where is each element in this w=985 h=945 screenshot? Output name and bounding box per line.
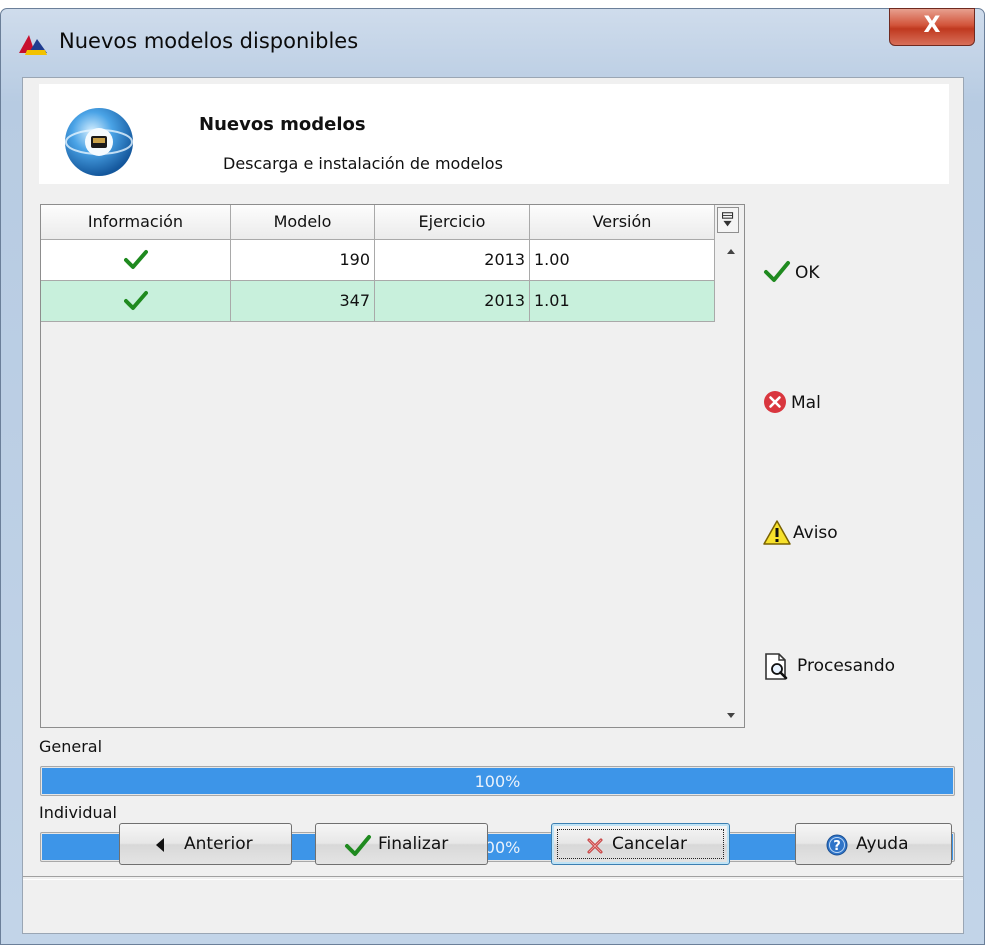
title-bar[interactable]: Nuevos modelos disponibles X bbox=[1, 8, 984, 79]
wizard-header: Nuevos modelos Descarga e instalación de… bbox=[39, 84, 949, 184]
anterior-label: Anterior bbox=[184, 834, 253, 854]
finalizar-label: Finalizar bbox=[378, 834, 449, 854]
legend-ok-label: OK bbox=[795, 263, 820, 283]
check-icon bbox=[123, 291, 148, 310]
column-header-ejercicio[interactable]: Ejercicio bbox=[375, 205, 530, 239]
version-cell: 1.00 bbox=[530, 240, 715, 281]
globe-modem-icon bbox=[65, 108, 133, 176]
warning-icon bbox=[763, 520, 791, 545]
general-progress-text: 100% bbox=[474, 772, 521, 791]
table-row[interactable]: 347 2013 1.01 bbox=[41, 281, 715, 322]
close-button[interactable]: X bbox=[889, 8, 975, 46]
status-cell bbox=[41, 281, 231, 322]
scroll-down-arrow-icon[interactable] bbox=[727, 713, 735, 718]
window-title: Nuevos modelos disponibles bbox=[59, 29, 359, 53]
modelo-cell: 347 bbox=[231, 281, 375, 322]
general-label: General bbox=[39, 737, 103, 756]
cancelar-label: Cancelar bbox=[612, 834, 687, 854]
anterior-button[interactable]: Anterior bbox=[119, 823, 292, 865]
check-icon bbox=[345, 835, 371, 856]
ejercicio-cell: 2013 bbox=[375, 281, 530, 322]
table-row[interactable]: 190 2013 1.00 bbox=[41, 240, 715, 281]
table-header: Información Modelo Ejercicio Versión bbox=[41, 205, 715, 240]
status-cell bbox=[41, 240, 231, 281]
cancel-x-icon bbox=[587, 838, 603, 854]
modelo-cell: 190 bbox=[231, 240, 375, 281]
column-header-informacion[interactable]: Información bbox=[41, 205, 231, 239]
legend-procesando-label: Procesando bbox=[797, 656, 896, 676]
scroll-up-arrow-icon[interactable] bbox=[727, 249, 735, 254]
dialog-window: Nuevos modelos disponibles X Nuevos mode bbox=[0, 8, 985, 945]
legend-aviso-label: Aviso bbox=[793, 523, 838, 543]
svg-text:?: ? bbox=[833, 839, 841, 854]
ejercicio-cell: 2013 bbox=[375, 240, 530, 281]
back-arrow-icon bbox=[156, 838, 164, 852]
button-bar-divider bbox=[23, 876, 963, 880]
column-chooser-icon[interactable] bbox=[717, 207, 739, 233]
check-icon bbox=[123, 250, 148, 269]
check-icon bbox=[764, 261, 790, 282]
column-header-version[interactable]: Versión bbox=[530, 205, 715, 239]
dialog-content: Nuevos modelos Descarga e instalación de… bbox=[22, 77, 964, 934]
aeat-logo-icon bbox=[19, 35, 47, 55]
ayuda-label: Ayuda bbox=[856, 834, 909, 854]
general-progress-bar: 100% bbox=[40, 766, 955, 796]
finalizar-button[interactable]: Finalizar bbox=[315, 823, 488, 865]
legend-mal-label: Mal bbox=[791, 393, 821, 413]
header-title: Nuevos modelos bbox=[199, 114, 366, 135]
models-table[interactable]: Información Modelo Ejercicio Versión 190… bbox=[40, 204, 745, 728]
individual-label: Individual bbox=[39, 803, 117, 822]
column-header-modelo[interactable]: Modelo bbox=[231, 205, 375, 239]
header-subtitle: Descarga e instalación de modelos bbox=[223, 154, 503, 173]
ayuda-button[interactable]: ? Ayuda bbox=[795, 823, 952, 865]
version-cell: 1.01 bbox=[530, 281, 715, 322]
cancelar-button[interactable]: Cancelar bbox=[551, 823, 730, 865]
help-icon: ? bbox=[826, 834, 848, 856]
error-icon bbox=[764, 391, 786, 413]
document-search-icon bbox=[765, 653, 788, 680]
